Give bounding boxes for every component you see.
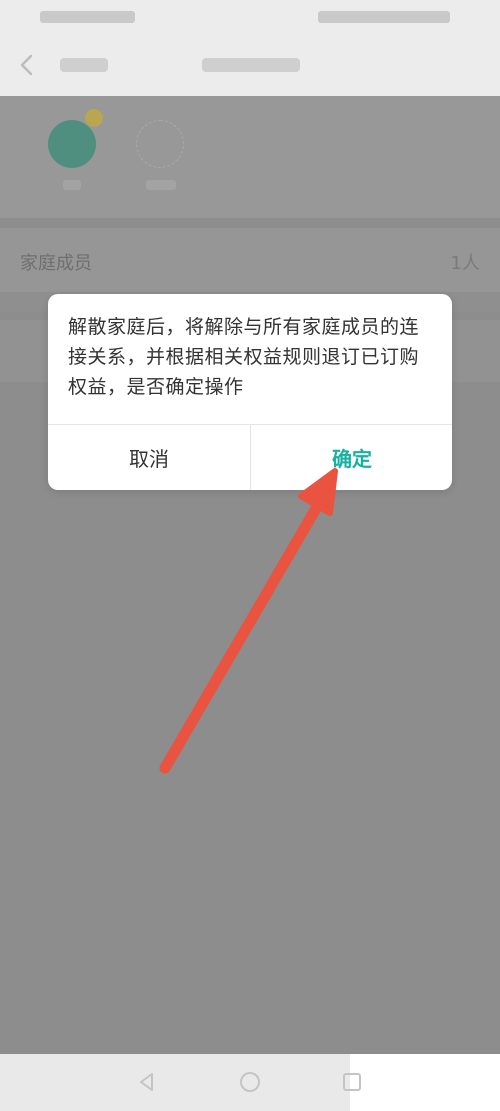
dialog-message: 解散家庭后，将解除与所有家庭成员的连接关系，并根据相关权益规则退订已订购权益，是… bbox=[68, 316, 420, 398]
family-members-label: 家庭成员 bbox=[20, 253, 92, 274]
system-nav-bar bbox=[0, 1054, 350, 1111]
confirm-dialog: 解散家庭后，将解除与所有家庭成员的连接关系，并根据相关权益规则退订已订购权益，是… bbox=[48, 294, 452, 490]
system-recents-icon[interactable] bbox=[340, 1070, 364, 1094]
avatar[interactable] bbox=[48, 120, 96, 168]
family-members-count: 1人 bbox=[450, 253, 480, 274]
add-caption-blur bbox=[146, 180, 176, 190]
nav-bar bbox=[0, 34, 500, 97]
add-member-avatar[interactable] bbox=[136, 120, 184, 168]
status-right-blur bbox=[318, 11, 450, 23]
system-home-icon[interactable] bbox=[238, 1070, 262, 1094]
status-left-blur bbox=[40, 11, 135, 23]
avatar-caption-blur bbox=[63, 180, 81, 190]
system-back-icon[interactable] bbox=[135, 1070, 159, 1094]
crown-badge-icon bbox=[85, 109, 103, 127]
back-label-blur[interactable] bbox=[60, 58, 108, 72]
confirm-button[interactable]: 确定 bbox=[251, 425, 452, 490]
page-title-blur bbox=[202, 58, 300, 72]
back-icon[interactable] bbox=[14, 52, 40, 78]
system-nav-bar-right bbox=[350, 1054, 500, 1111]
status-bar bbox=[0, 0, 500, 34]
cancel-button[interactable]: 取消 bbox=[48, 425, 250, 490]
